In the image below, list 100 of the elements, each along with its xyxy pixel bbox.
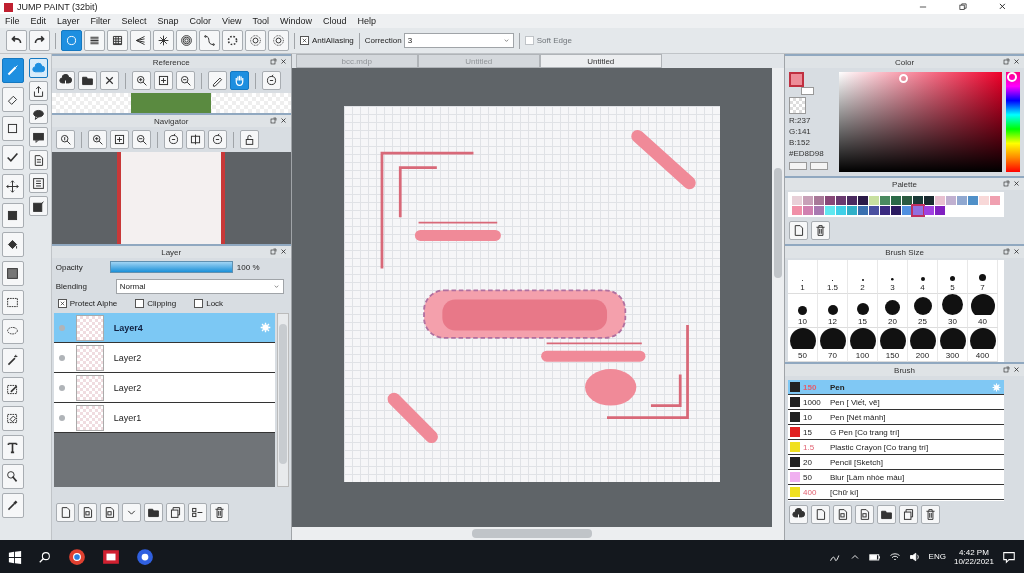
color-value: #ED8D98 [789, 149, 825, 158]
brush-size-label: 25 [918, 317, 927, 326]
menu-item[interactable]: Select [121, 16, 147, 26]
brush-size-label: 100 [855, 351, 870, 360]
brush-size-label: 5 [950, 283, 955, 292]
brush-size-option[interactable]: 50 [788, 328, 818, 362]
brush-size-option[interactable]: 1.5 [818, 260, 848, 294]
brush-size-option[interactable]: 1 [788, 260, 818, 294]
layer-name: Layer1 [113, 412, 143, 423]
menu-item[interactable]: Cloud [323, 16, 347, 26]
brush-row[interactable]: 20 Pencil [Sketch] [788, 455, 1004, 470]
brush-row[interactable]: 15 G Pen [Co trang trí] [788, 425, 1004, 440]
brush-size-option[interactable]: 70 [818, 328, 848, 362]
layer-option-checkbox[interactable]: Clipping [135, 299, 177, 308]
brush-name: Pencil [Sketch] [830, 457, 884, 467]
menu-item[interactable]: Layer [57, 16, 80, 26]
color-value: G:141 [789, 127, 812, 136]
panel-title: Brush Size [885, 247, 924, 257]
brush-size-label: 70 [828, 351, 837, 360]
opacity-label: Opacity [55, 262, 84, 272]
menu-item[interactable]: File [5, 16, 20, 26]
panel-title: Brush [894, 365, 915, 375]
brush-size-label: 400 [975, 351, 990, 360]
menu-item[interactable]: Edit [30, 16, 47, 26]
brush-row[interactable]: 50 Blur [Làm nhòe màu] [788, 470, 1004, 485]
layer-row[interactable]: Layer4 [53, 313, 275, 343]
brush-size-label: 200 [915, 351, 930, 360]
brush-name: Plastic Crayon [Co trang trí] [830, 442, 930, 452]
brush-size-label: 50 [798, 351, 807, 360]
brush-row[interactable]: 400 [Chữ kí] [788, 485, 1004, 500]
brush-size-option[interactable]: 25 [908, 294, 938, 328]
brush-row[interactable]: 1000 Pen [ Viết, vẽ] [788, 395, 1004, 410]
panel-title: Color [894, 57, 915, 67]
brush-size: 1000 [803, 397, 822, 407]
brush-size-option[interactable]: 3 [878, 260, 908, 294]
brush-size: 150 [803, 382, 818, 392]
layer-row[interactable]: Layer1 [53, 403, 275, 433]
brush-size-label: 10 [798, 317, 807, 326]
brush-row[interactable]: 150 Pen [788, 380, 1004, 395]
brush-size-label: 40 [978, 317, 987, 326]
correction-dropdown[interactable]: 3 [403, 33, 514, 48]
brush-size-label: 1.5 [826, 283, 839, 292]
brush-size-option[interactable]: 400 [968, 328, 998, 362]
clock-time[interactable]: 4:42 PM [959, 547, 989, 557]
brush-size-option[interactable]: 40 [968, 294, 998, 328]
brush-size-option[interactable]: 4 [908, 260, 938, 294]
correction-label: Correction [364, 36, 402, 45]
layer-row[interactable]: Layer2 [53, 343, 275, 373]
brush-size-option[interactable]: 150 [878, 328, 908, 362]
brush-size: 15 [803, 427, 813, 437]
brush-size-label: 20 [888, 317, 897, 326]
menu-item[interactable]: Tool [252, 16, 269, 26]
brush-size-label: 30 [948, 317, 957, 326]
layer-name: Layer2 [113, 382, 143, 393]
brush-name: Pen [ Viết, vẽ] [830, 397, 881, 407]
brush-size-label: 7 [980, 283, 985, 292]
brush-size: 1.5 [803, 442, 816, 452]
brush-size-label: 3 [890, 283, 895, 292]
brush-size-label: 12 [828, 317, 837, 326]
clock-date[interactable]: 10/22/2021 [953, 556, 994, 566]
brush-size-option[interactable]: 2 [848, 260, 878, 294]
brush-size-option[interactable]: 100 [848, 328, 878, 362]
brush-size: 20 [803, 457, 813, 467]
brush-size-option[interactable]: 5 [938, 260, 968, 294]
brush-size-option[interactable]: 10 [788, 294, 818, 328]
language-indicator[interactable]: ENG [928, 552, 946, 561]
brush-size-label: 300 [945, 351, 960, 360]
menu-item[interactable]: View [222, 16, 242, 26]
brush-size-label: 2 [860, 283, 865, 292]
menu-item[interactable]: Snap [157, 16, 179, 26]
brush-size-option[interactable]: 20 [878, 294, 908, 328]
blending-label: Blending [55, 282, 88, 291]
window-title: JUMP PAINT (32bit) [17, 2, 99, 12]
brush-size-option[interactable]: 12 [818, 294, 848, 328]
brush-name: Pen [Nét mảnh] [830, 412, 887, 422]
layer-name: Layer4 [113, 322, 144, 333]
menu-item[interactable]: Help [357, 16, 377, 26]
layer-option-checkbox[interactable]: Lock [194, 299, 224, 308]
brush-size-option[interactable]: 300 [938, 328, 968, 362]
layer-option-checkbox[interactable]: Protect Alphe [57, 299, 118, 308]
brush-size-label: 1 [800, 283, 805, 292]
brush-size-option[interactable]: 30 [938, 294, 968, 328]
menu-item[interactable]: Filter [90, 16, 111, 26]
menu-item[interactable]: Window [280, 16, 312, 26]
brush-row[interactable]: 10 Pen [Nét mảnh] [788, 410, 1004, 425]
brush-size-option[interactable]: 7 [968, 260, 998, 294]
layer-row[interactable]: Layer2 [53, 373, 275, 403]
document-tab[interactable]: Untitled [539, 54, 662, 68]
brush-name: [Chữ kí] [830, 487, 860, 497]
panel-title: Palette [892, 179, 917, 189]
brush-name: G Pen [Co trang trí] [830, 427, 901, 437]
brush-size-option[interactable]: 15 [848, 294, 878, 328]
brush-row[interactable]: 1.5 Plastic Crayon [Co trang trí] [788, 440, 1004, 455]
panel-title: Reference [152, 57, 190, 67]
antialiasing-checkbox[interactable]: AntiAliasing [300, 36, 354, 45]
brush-size: 50 [803, 472, 813, 482]
brush-size-option[interactable]: 200 [908, 328, 938, 362]
menu-item[interactable]: Color [189, 16, 212, 26]
brush-size: 400 [803, 487, 818, 497]
blending-dropdown[interactable]: Normal [115, 279, 284, 294]
